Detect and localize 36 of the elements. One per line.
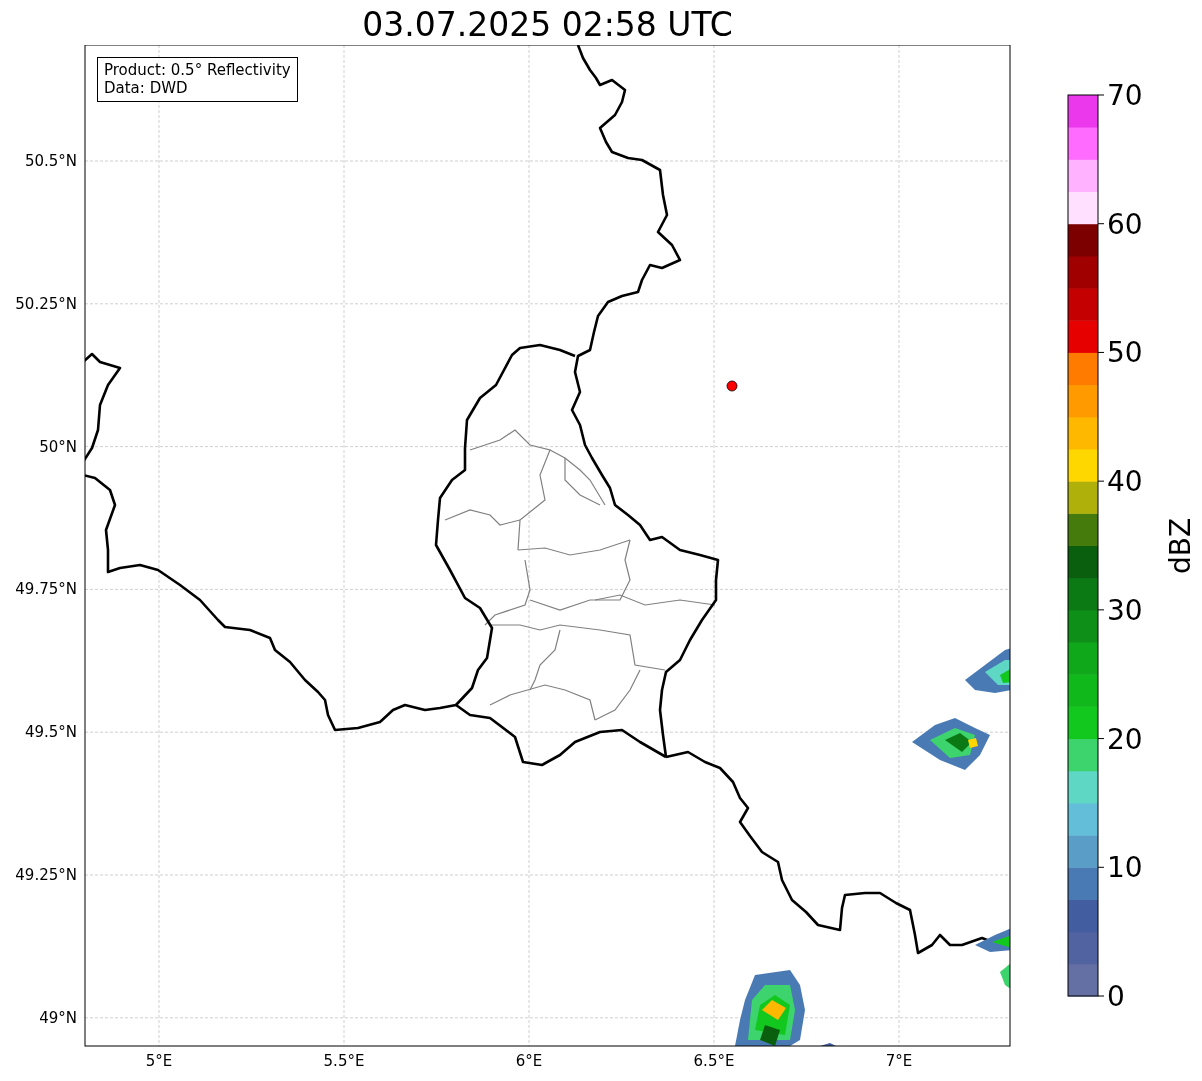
radar-echo bbox=[965, 648, 1010, 693]
axis-tick-label: 49.75°N bbox=[15, 580, 77, 599]
colorbar-tick-label: 40 bbox=[1107, 465, 1143, 499]
colorbar-tick-label: 60 bbox=[1107, 207, 1143, 241]
colorbar-tick-label: 20 bbox=[1107, 722, 1143, 756]
tick-mark bbox=[1097, 995, 1105, 997]
colorbar-tick-label: 70 bbox=[1107, 79, 1143, 112]
tick-mark bbox=[1097, 609, 1105, 611]
axis-tick-label: 49.25°N bbox=[15, 866, 77, 884]
tick-mark bbox=[1097, 94, 1105, 96]
colorbar-tick-label: 50 bbox=[1107, 336, 1143, 370]
tick-mark bbox=[1097, 866, 1105, 868]
colorbar-label: dBZ bbox=[1164, 517, 1197, 575]
tick-mark bbox=[1097, 351, 1105, 353]
axis-tick-label: 6.5°E bbox=[693, 1052, 735, 1070]
tick-mark bbox=[1097, 480, 1105, 482]
site-marker-icon bbox=[726, 380, 738, 392]
legend-text: Product: 0.5° Reflectivity bbox=[104, 61, 291, 79]
legend-text: Data: DWD bbox=[104, 79, 189, 97]
colorbar-tick-label: 0 bbox=[1107, 980, 1125, 1013]
radar-echo bbox=[975, 928, 1010, 952]
axis-tick-label: 50°N bbox=[39, 437, 77, 456]
axis-tick-label: 50.25°N bbox=[15, 294, 77, 313]
axis-tick-label: 7°E bbox=[885, 1052, 913, 1070]
colorbar-tick-label: 10 bbox=[1107, 851, 1143, 885]
axis-tick-label: 49.5°N bbox=[24, 723, 77, 742]
axis-tick-label: 5.5°E bbox=[323, 1052, 365, 1070]
chart-title: 03.07.2025 02:58 UTC bbox=[361, 4, 734, 45]
tick-mark bbox=[1097, 223, 1105, 225]
axis-tick-label: 49°N bbox=[39, 1008, 77, 1027]
axis-tick-label: 5°E bbox=[145, 1052, 173, 1070]
axis-tick-label: 6°E bbox=[515, 1052, 543, 1070]
radar-echo bbox=[1000, 962, 1010, 990]
axis-tick-label: 50.5°N bbox=[24, 152, 77, 170]
tick-mark bbox=[1097, 738, 1105, 740]
colorbar-tick-label: 30 bbox=[1107, 593, 1143, 627]
